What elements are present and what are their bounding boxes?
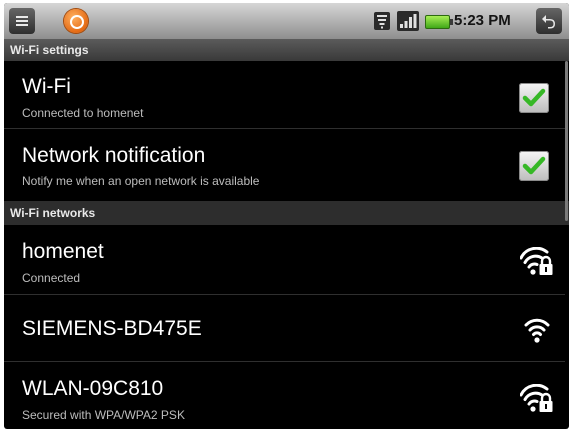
network-ssid: homenet bbox=[22, 240, 104, 263]
title-bar: Wi-Fi settings bbox=[4, 39, 569, 61]
wifi-locked-icon bbox=[520, 247, 553, 275]
network-summary: Connected bbox=[22, 271, 81, 285]
scrollbar[interactable] bbox=[565, 61, 568, 221]
status-clock: 5:23 PM bbox=[454, 12, 511, 29]
wifi-networks-header-label: Wi-Fi networks bbox=[10, 206, 96, 220]
network-ssid: WLAN-09C810 bbox=[22, 377, 164, 400]
network-ssid: SIEMENS-BD475E bbox=[22, 317, 202, 340]
network-notification-row[interactable]: Network notification Notify me when an o… bbox=[4, 129, 565, 202]
back-icon[interactable] bbox=[536, 8, 562, 34]
wifi-toggle-summary: Connected to homenet bbox=[22, 106, 144, 120]
notification-icon[interactable] bbox=[64, 9, 88, 33]
network-notification-summary: Notify me when an open network is availa… bbox=[22, 174, 260, 188]
network-item-homenet[interactable]: homenet Connected bbox=[4, 225, 565, 295]
wifi-checkbox[interactable] bbox=[519, 83, 549, 113]
wifi-status-icon bbox=[374, 12, 390, 30]
wifi-toggle-title: Wi-Fi bbox=[22, 75, 71, 98]
status-bar: 5:23 PM bbox=[4, 3, 569, 39]
menu-icon[interactable] bbox=[9, 8, 35, 34]
signal-icon bbox=[397, 11, 419, 31]
wifi-networks-header: Wi-Fi networks bbox=[4, 201, 569, 225]
wifi-icon bbox=[524, 318, 550, 343]
network-item-wlan[interactable]: WLAN-09C810 Secured with WPA/WPA2 PSK bbox=[4, 362, 565, 429]
battery-icon bbox=[425, 15, 453, 29]
device-screen: 5:23 PM Wi-Fi settings Wi-Fi Connected t… bbox=[4, 3, 569, 429]
wifi-toggle-row[interactable]: Wi-Fi Connected to homenet bbox=[4, 61, 565, 129]
network-summary: Secured with WPA/WPA2 PSK bbox=[22, 408, 185, 422]
page-title: Wi-Fi settings bbox=[10, 43, 89, 57]
network-notification-checkbox[interactable] bbox=[519, 151, 549, 181]
wifi-locked-icon bbox=[520, 384, 553, 412]
checkmark-icon bbox=[522, 88, 546, 107]
network-item-siemens[interactable]: SIEMENS-BD475E bbox=[4, 295, 565, 362]
network-notification-title: Network notification bbox=[22, 144, 206, 167]
checkmark-icon bbox=[522, 156, 546, 175]
